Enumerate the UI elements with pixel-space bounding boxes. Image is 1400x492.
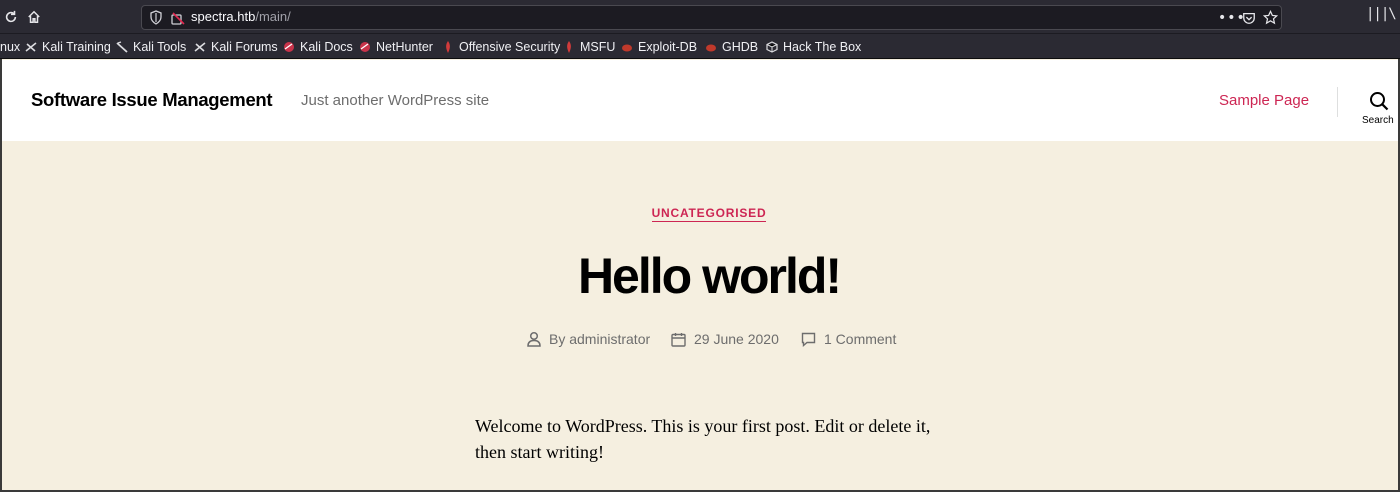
offsec-icon <box>446 40 450 53</box>
nav-divider <box>1337 87 1338 117</box>
offsec-icon <box>567 40 571 53</box>
search-icon <box>1370 92 1389 111</box>
post-date-text: 29 June 2020 <box>694 331 779 347</box>
shield-icon[interactable] <box>150 10 162 25</box>
reload-icon[interactable] <box>0 6 22 28</box>
bookmark-item[interactable]: Kali Forums <box>194 38 278 55</box>
kali-docs-icon <box>284 41 294 52</box>
exploitdb-icon <box>706 44 716 51</box>
site-header: Software Issue Management Just another W… <box>2 60 1398 141</box>
browser-toolbar: spectra.htb/main/ ••• |||\ <box>0 0 1400 34</box>
kali-icon <box>25 41 37 52</box>
kali-icon <box>116 40 128 53</box>
bookmark-item[interactable]: nux <box>0 38 20 55</box>
post-comments[interactable]: 1 Comment <box>801 329 896 349</box>
kali-icon <box>194 41 206 52</box>
exploitdb-icon <box>622 44 632 51</box>
search-label: Search <box>1362 115 1394 126</box>
search-toggle-button[interactable]: Search <box>1358 88 1400 128</box>
bookmark-item[interactable]: Kali Docs <box>283 38 353 55</box>
post-author[interactable]: By administrator <box>527 329 650 349</box>
bookmark-star-icon[interactable] <box>1262 8 1279 28</box>
site-title[interactable]: Software Issue Management <box>31 89 273 111</box>
post-category: UNCATEGORISED <box>2 206 1400 222</box>
nethunter-icon <box>360 41 370 52</box>
bookmark-item[interactable]: MSFU <box>563 38 615 55</box>
pocket-icon[interactable] <box>1242 8 1256 28</box>
bookmark-item[interactable]: Exploit-DB <box>621 38 697 55</box>
post-body: Welcome to WordPress. This is your first… <box>475 416 931 462</box>
nav-sample-page[interactable]: Sample Page <box>1219 92 1309 109</box>
url-bar[interactable]: spectra.htb/main/ ••• <box>141 5 1282 30</box>
post-author-text: By administrator <box>549 331 651 347</box>
category-link[interactable]: UNCATEGORISED <box>651 206 767 222</box>
bookmark-item[interactable]: Offensive Security <box>442 38 560 55</box>
comment-icon <box>801 332 816 347</box>
bookmarks-toolbar: nux Kali Training Kali Tools Kali Forums… <box>0 34 1400 59</box>
bookmark-item[interactable]: Hack The Box <box>766 38 861 55</box>
post-date[interactable]: 29 June 2020 <box>671 329 779 349</box>
post-content-area: UNCATEGORISED Hello world! By administra… <box>2 141 1398 490</box>
home-icon[interactable] <box>23 6 45 28</box>
url-text[interactable]: spectra.htb/main/ <box>191 9 291 24</box>
user-icon <box>527 331 541 347</box>
htb-icon <box>766 40 778 53</box>
bookmark-item[interactable]: Kali Training <box>25 38 111 55</box>
post-title[interactable]: Hello world! <box>2 244 1400 308</box>
bookmark-item[interactable]: NetHunter <box>359 38 433 55</box>
bookmark-item[interactable]: GHDB <box>705 38 758 55</box>
post-comments-text: 1 Comment <box>824 331 897 347</box>
library-icon[interactable]: |||\ <box>1366 6 1397 22</box>
site-description: Just another WordPress site <box>301 92 490 109</box>
calendar-icon <box>671 332 686 347</box>
site-identity-icon[interactable] <box>170 10 186 26</box>
bookmark-item[interactable]: Kali Tools <box>116 38 186 55</box>
